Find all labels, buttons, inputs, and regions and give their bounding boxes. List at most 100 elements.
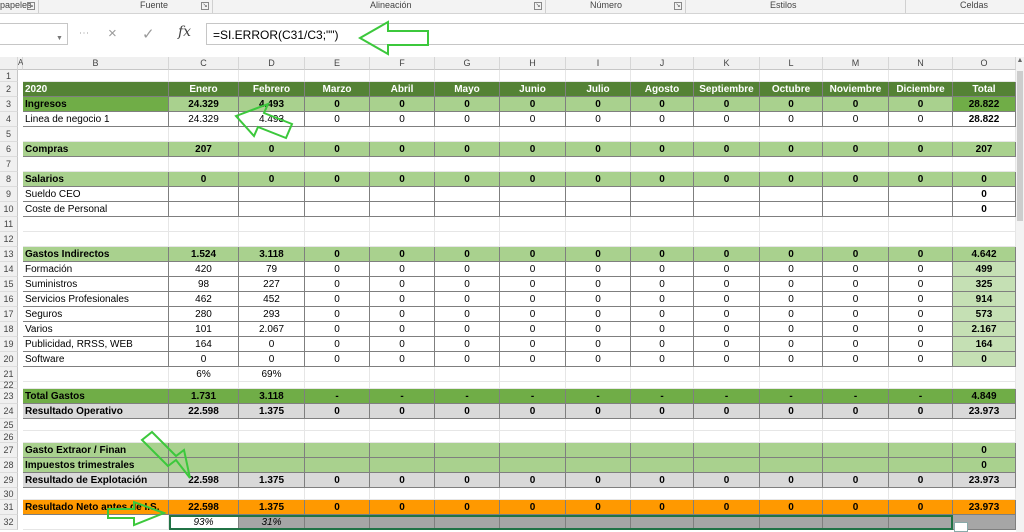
cell-d23[interactable]: 3.118 — [239, 389, 305, 404]
cell-k3[interactable]: 0 — [694, 97, 760, 112]
cell-c32[interactable]: 93% — [169, 515, 239, 530]
cell-b8[interactable]: Salarios — [23, 172, 169, 187]
cell-m3[interactable]: 0 — [823, 97, 889, 112]
cell-c2[interactable]: Enero — [169, 82, 239, 97]
cell-c15[interactable]: 98 — [169, 277, 239, 292]
cell-g8[interactable]: 0 — [435, 172, 500, 187]
cell-n30[interactable] — [889, 488, 953, 500]
cell-e31[interactable]: 0 — [305, 500, 370, 515]
cell-n4[interactable]: 0 — [889, 112, 953, 127]
cell-o24[interactable]: 23.973 — [953, 404, 1016, 419]
cell-k12[interactable] — [694, 232, 760, 247]
cell-k13[interactable]: 0 — [694, 247, 760, 262]
column-header-h[interactable]: H — [500, 57, 566, 70]
cell-h26[interactable] — [500, 431, 566, 443]
cell-i28[interactable] — [566, 458, 631, 473]
cell-n21[interactable] — [889, 367, 953, 382]
cell-d1[interactable] — [239, 70, 305, 82]
cell-n23[interactable]: - — [889, 389, 953, 404]
cell-l13[interactable]: 0 — [760, 247, 823, 262]
cell-n28[interactable] — [889, 458, 953, 473]
cell-i24[interactable]: 0 — [566, 404, 631, 419]
cell-l32[interactable] — [760, 515, 823, 530]
cell-i27[interactable] — [566, 443, 631, 458]
cell-c29[interactable]: 22.598 — [169, 473, 239, 488]
cell-o10[interactable]: 0 — [953, 202, 1016, 217]
cell-c19[interactable]: 164 — [169, 337, 239, 352]
cell-m26[interactable] — [823, 431, 889, 443]
cell-g25[interactable] — [435, 419, 500, 431]
cell-d29[interactable]: 1.375 — [239, 473, 305, 488]
cell-f24[interactable]: 0 — [370, 404, 435, 419]
cell-f21[interactable] — [370, 367, 435, 382]
vertical-scrollbar[interactable]: ▲ — [1016, 57, 1024, 532]
cell-n14[interactable]: 0 — [889, 262, 953, 277]
cell-e12[interactable] — [305, 232, 370, 247]
cell-e25[interactable] — [305, 419, 370, 431]
cell-b9[interactable]: Sueldo CEO — [23, 187, 169, 202]
row-header-9[interactable]: 9 — [0, 187, 18, 202]
row-header-15[interactable]: 15 — [0, 277, 18, 292]
cell-m19[interactable]: 0 — [823, 337, 889, 352]
cell-k7[interactable] — [694, 157, 760, 172]
cell-h17[interactable]: 0 — [500, 307, 566, 322]
row-header-12[interactable]: 12 — [0, 232, 18, 247]
cell-f15[interactable]: 0 — [370, 277, 435, 292]
cell-l30[interactable] — [760, 488, 823, 500]
cell-h16[interactable]: 0 — [500, 292, 566, 307]
column-header-l[interactable]: L — [760, 57, 823, 70]
cell-i13[interactable]: 0 — [566, 247, 631, 262]
cell-m2[interactable]: Noviembre — [823, 82, 889, 97]
cell-i8[interactable]: 0 — [566, 172, 631, 187]
cell-b32[interactable] — [23, 515, 169, 530]
cell-f27[interactable] — [370, 443, 435, 458]
cell-l21[interactable] — [760, 367, 823, 382]
cell-o28[interactable]: 0 — [953, 458, 1016, 473]
cell-d21[interactable]: 69% — [239, 367, 305, 382]
formula-input[interactable]: =SI.ERROR(C31/C3;"") — [206, 23, 1024, 45]
cell-i30[interactable] — [566, 488, 631, 500]
cell-e16[interactable]: 0 — [305, 292, 370, 307]
cell-b14[interactable]: Formación — [23, 262, 169, 277]
cell-g16[interactable]: 0 — [435, 292, 500, 307]
cell-n25[interactable] — [889, 419, 953, 431]
cell-l16[interactable]: 0 — [760, 292, 823, 307]
cell-d7[interactable] — [239, 157, 305, 172]
cell-h6[interactable]: 0 — [500, 142, 566, 157]
cell-j27[interactable] — [631, 443, 694, 458]
cell-l28[interactable] — [760, 458, 823, 473]
cell-l25[interactable] — [760, 419, 823, 431]
cell-e4[interactable]: 0 — [305, 112, 370, 127]
row-header-4[interactable]: 4 — [0, 112, 18, 127]
cell-e8[interactable]: 0 — [305, 172, 370, 187]
cell-h11[interactable] — [500, 217, 566, 232]
cell-e23[interactable]: - — [305, 389, 370, 404]
cell-n22[interactable] — [889, 382, 953, 389]
cell-d10[interactable] — [239, 202, 305, 217]
cell-i20[interactable]: 0 — [566, 352, 631, 367]
cell-n15[interactable]: 0 — [889, 277, 953, 292]
column-header-m[interactable]: M — [823, 57, 889, 70]
cell-h28[interactable] — [500, 458, 566, 473]
cell-g6[interactable]: 0 — [435, 142, 500, 157]
row-header-16[interactable]: 16 — [0, 292, 18, 307]
cell-j14[interactable]: 0 — [631, 262, 694, 277]
cell-m23[interactable]: - — [823, 389, 889, 404]
cell-k4[interactable]: 0 — [694, 112, 760, 127]
cell-h15[interactable]: 0 — [500, 277, 566, 292]
cell-l23[interactable]: - — [760, 389, 823, 404]
cell-i5[interactable] — [566, 127, 631, 142]
cell-b21[interactable] — [23, 367, 169, 382]
cell-c17[interactable]: 280 — [169, 307, 239, 322]
cell-g18[interactable]: 0 — [435, 322, 500, 337]
cell-j18[interactable]: 0 — [631, 322, 694, 337]
cell-l27[interactable] — [760, 443, 823, 458]
cell-k14[interactable]: 0 — [694, 262, 760, 277]
cell-e22[interactable] — [305, 382, 370, 389]
cell-c3[interactable]: 24.329 — [169, 97, 239, 112]
cell-l3[interactable]: 0 — [760, 97, 823, 112]
cell-e7[interactable] — [305, 157, 370, 172]
cell-h3[interactable]: 0 — [500, 97, 566, 112]
column-header-n[interactable]: N — [889, 57, 953, 70]
cell-k10[interactable] — [694, 202, 760, 217]
